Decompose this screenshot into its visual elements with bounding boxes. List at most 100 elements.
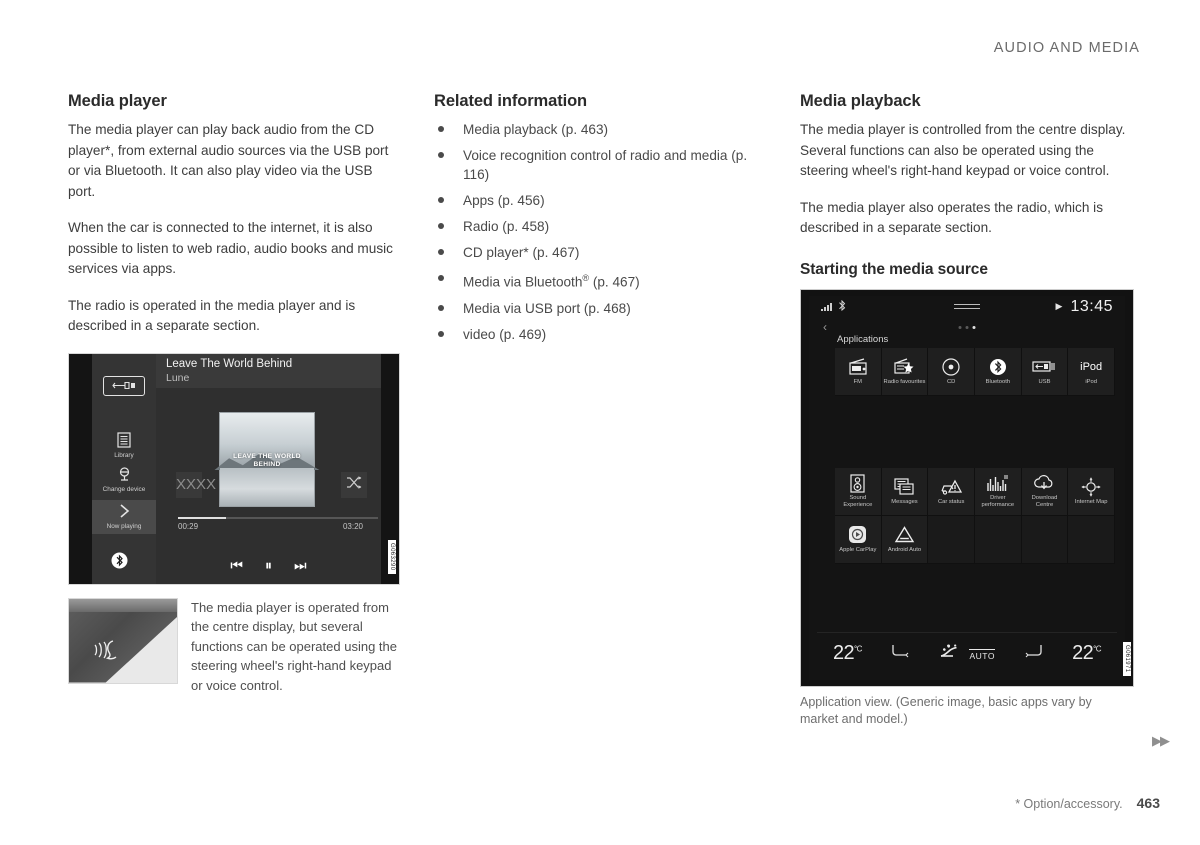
bluetooth-icon bbox=[989, 357, 1007, 377]
seat-heating-right-icon[interactable] bbox=[1024, 644, 1044, 662]
list-item[interactable]: Apps (p. 456) bbox=[434, 191, 766, 210]
app-view-title: Applications bbox=[837, 333, 889, 345]
messages-icon bbox=[894, 477, 915, 497]
link-text-post[interactable]: (p. 467) bbox=[589, 275, 640, 290]
ipod-icon: iPod bbox=[1080, 360, 1103, 373]
list-item[interactable]: Radio (p. 458) bbox=[434, 217, 766, 236]
app-tile-sound-experience[interactable]: Sound Experience bbox=[835, 467, 882, 516]
left-temperature-value: 22 bbox=[833, 641, 855, 664]
driver-performance-icon bbox=[987, 473, 1009, 493]
bullet-icon bbox=[438, 126, 444, 132]
clock: 13:45 bbox=[1070, 297, 1113, 315]
link-text[interactable]: Media via USB port (p. 468) bbox=[463, 301, 631, 316]
steering-wheel-figure-block: The media player is operated from the ce… bbox=[68, 597, 400, 696]
radio-favourites-icon bbox=[893, 357, 915, 377]
cd-disc-icon bbox=[942, 357, 960, 377]
double-chevron-right-icon: ▶▶ bbox=[1152, 733, 1170, 748]
pause-button[interactable]: ⏸ bbox=[265, 557, 272, 574]
app-tile-radio-favourites[interactable]: Radio favourites bbox=[881, 347, 929, 396]
bluetooth-icon bbox=[838, 299, 846, 313]
link-text[interactable]: Apps (p. 456) bbox=[463, 193, 545, 208]
next-track-button[interactable]: ⏭ bbox=[294, 557, 307, 574]
sidebar-item-change-device[interactable]: Change device bbox=[92, 466, 156, 493]
seat-heating-left-icon[interactable] bbox=[890, 644, 910, 662]
media-playback-title: Media playback bbox=[800, 92, 921, 110]
app-tile-label: Apple CarPlay bbox=[839, 546, 877, 553]
list-item[interactable]: CD player* (p. 467) bbox=[434, 243, 766, 262]
play-icon: ▶ bbox=[1055, 301, 1063, 311]
app-tile-label: Sound Experience bbox=[843, 495, 873, 508]
repeat-button[interactable]: XXXX bbox=[176, 471, 216, 498]
application-view-figure: ▶ 13:45 ‹ Applications FM Radio favourit… bbox=[800, 288, 1134, 687]
left-temperature[interactable]: 22°C bbox=[833, 642, 862, 665]
list-item[interactable]: Voice recognition control of radio and m… bbox=[434, 146, 766, 184]
centre-display-screen: ▶ 13:45 ‹ Applications FM Radio favourit… bbox=[809, 295, 1125, 680]
back-chevron-icon[interactable]: ‹ bbox=[823, 320, 827, 334]
list-item[interactable]: Media via Bluetooth® (p. 467) bbox=[434, 269, 766, 292]
elapsed-time: 00:29 bbox=[178, 521, 199, 531]
bullet-icon bbox=[438, 304, 444, 311]
app-tile-car-status[interactable]: Car status bbox=[928, 467, 975, 516]
shuffle-icon[interactable] bbox=[341, 471, 367, 498]
app-tile-ipod[interactable]: iPod iPod bbox=[1068, 347, 1115, 396]
page-indicator-dots bbox=[958, 325, 976, 329]
option-accessory-note: * Option/accessory. bbox=[1015, 797, 1123, 811]
app-tile-label: Radio favourites bbox=[883, 378, 926, 385]
track-title: Leave The World Behind bbox=[166, 357, 293, 370]
app-tile-usb[interactable]: USB bbox=[1021, 347, 1069, 396]
apple-carplay-icon bbox=[848, 525, 867, 545]
track-info-bar: Leave The World Behind Lune bbox=[156, 353, 381, 388]
app-tile-apple-carplay[interactable]: Apple CarPlay bbox=[835, 515, 882, 564]
display-left-bezel bbox=[69, 353, 92, 584]
app-tile-driver-performance[interactable]: Driver performance bbox=[975, 467, 1022, 516]
app-tile-fm[interactable]: FM bbox=[835, 347, 882, 396]
column-media-player: Media player The media player can play b… bbox=[68, 92, 400, 695]
app-tile-bluetooth[interactable]: Bluetooth bbox=[975, 347, 1022, 396]
app-tile-label: Car status bbox=[937, 498, 965, 505]
app-tile-download-centre[interactable]: Download Centre bbox=[1021, 467, 1069, 516]
sidebar-item-now-playing[interactable]: Now playing bbox=[92, 499, 156, 534]
link-text[interactable]: video (p. 469) bbox=[463, 327, 546, 342]
link-text-pre[interactable]: Media via Bluetooth bbox=[463, 275, 582, 290]
bullet-icon bbox=[438, 249, 444, 255]
sidebar-item-library[interactable]: Library bbox=[92, 431, 156, 459]
previous-track-button[interactable]: ⏮ bbox=[230, 557, 243, 574]
link-text[interactable]: Media playback (p. 463) bbox=[463, 122, 608, 137]
usb-icon bbox=[1032, 357, 1056, 377]
column-media-playback: Media playback The media player is contr… bbox=[800, 92, 1138, 729]
total-time: 03:20 bbox=[342, 521, 363, 531]
paragraph: The media player is controlled from the … bbox=[800, 122, 1126, 178]
album-art: LEAVE THE WORLD BEHIND bbox=[214, 411, 320, 507]
album-art-water bbox=[220, 468, 314, 506]
app-tile-label: Driver performance bbox=[981, 495, 1015, 508]
drag-handle-icon[interactable] bbox=[954, 303, 980, 309]
sidebar-item-label: Now playing bbox=[106, 522, 142, 530]
right-temperature-value: 22 bbox=[1072, 641, 1094, 664]
list-item[interactable]: Media playback (p. 463) bbox=[434, 120, 766, 139]
left-temperature-unit: °C bbox=[854, 643, 862, 653]
link-text[interactable]: Radio (p. 458) bbox=[463, 219, 549, 234]
figure-caption: The media player is operated from the ce… bbox=[191, 599, 397, 693]
airflow-auto-control[interactable]: AUTO bbox=[939, 643, 995, 664]
app-tile-internet-map[interactable]: Internet Map bbox=[1068, 467, 1115, 516]
airflow-auto-icon bbox=[939, 643, 969, 663]
progress-bar[interactable] bbox=[178, 516, 378, 519]
app-tile-cd[interactable]: CD bbox=[928, 347, 975, 396]
change-device-icon bbox=[92, 466, 156, 484]
app-tile-messages[interactable]: Messages bbox=[881, 467, 929, 516]
list-item[interactable]: Media via USB port (p. 468) bbox=[434, 299, 766, 318]
link-text[interactable]: CD player* (p. 467) bbox=[463, 245, 579, 260]
media-player-figure: Library Change device Now playing Leave … bbox=[68, 352, 400, 585]
track-artist: Lune bbox=[166, 371, 190, 384]
climate-bar: 22°C AUTO 22°C bbox=[817, 631, 1117, 674]
figure-id: G061971 bbox=[1123, 642, 1131, 676]
app-tile-label: USB bbox=[1038, 378, 1051, 385]
signal-bars-icon bbox=[821, 302, 832, 311]
app-tiles-row-2: Sound Experience Messages Car status Dri… bbox=[835, 467, 1115, 564]
link-text[interactable]: Voice recognition control of radio and m… bbox=[463, 148, 747, 182]
app-tile-android-auto[interactable]: Android Auto bbox=[881, 515, 929, 564]
right-temperature[interactable]: 22°C bbox=[1072, 642, 1101, 665]
app-tile-empty bbox=[928, 515, 975, 564]
list-item[interactable]: video (p. 469) bbox=[434, 325, 766, 344]
app-tile-empty bbox=[1021, 515, 1069, 564]
